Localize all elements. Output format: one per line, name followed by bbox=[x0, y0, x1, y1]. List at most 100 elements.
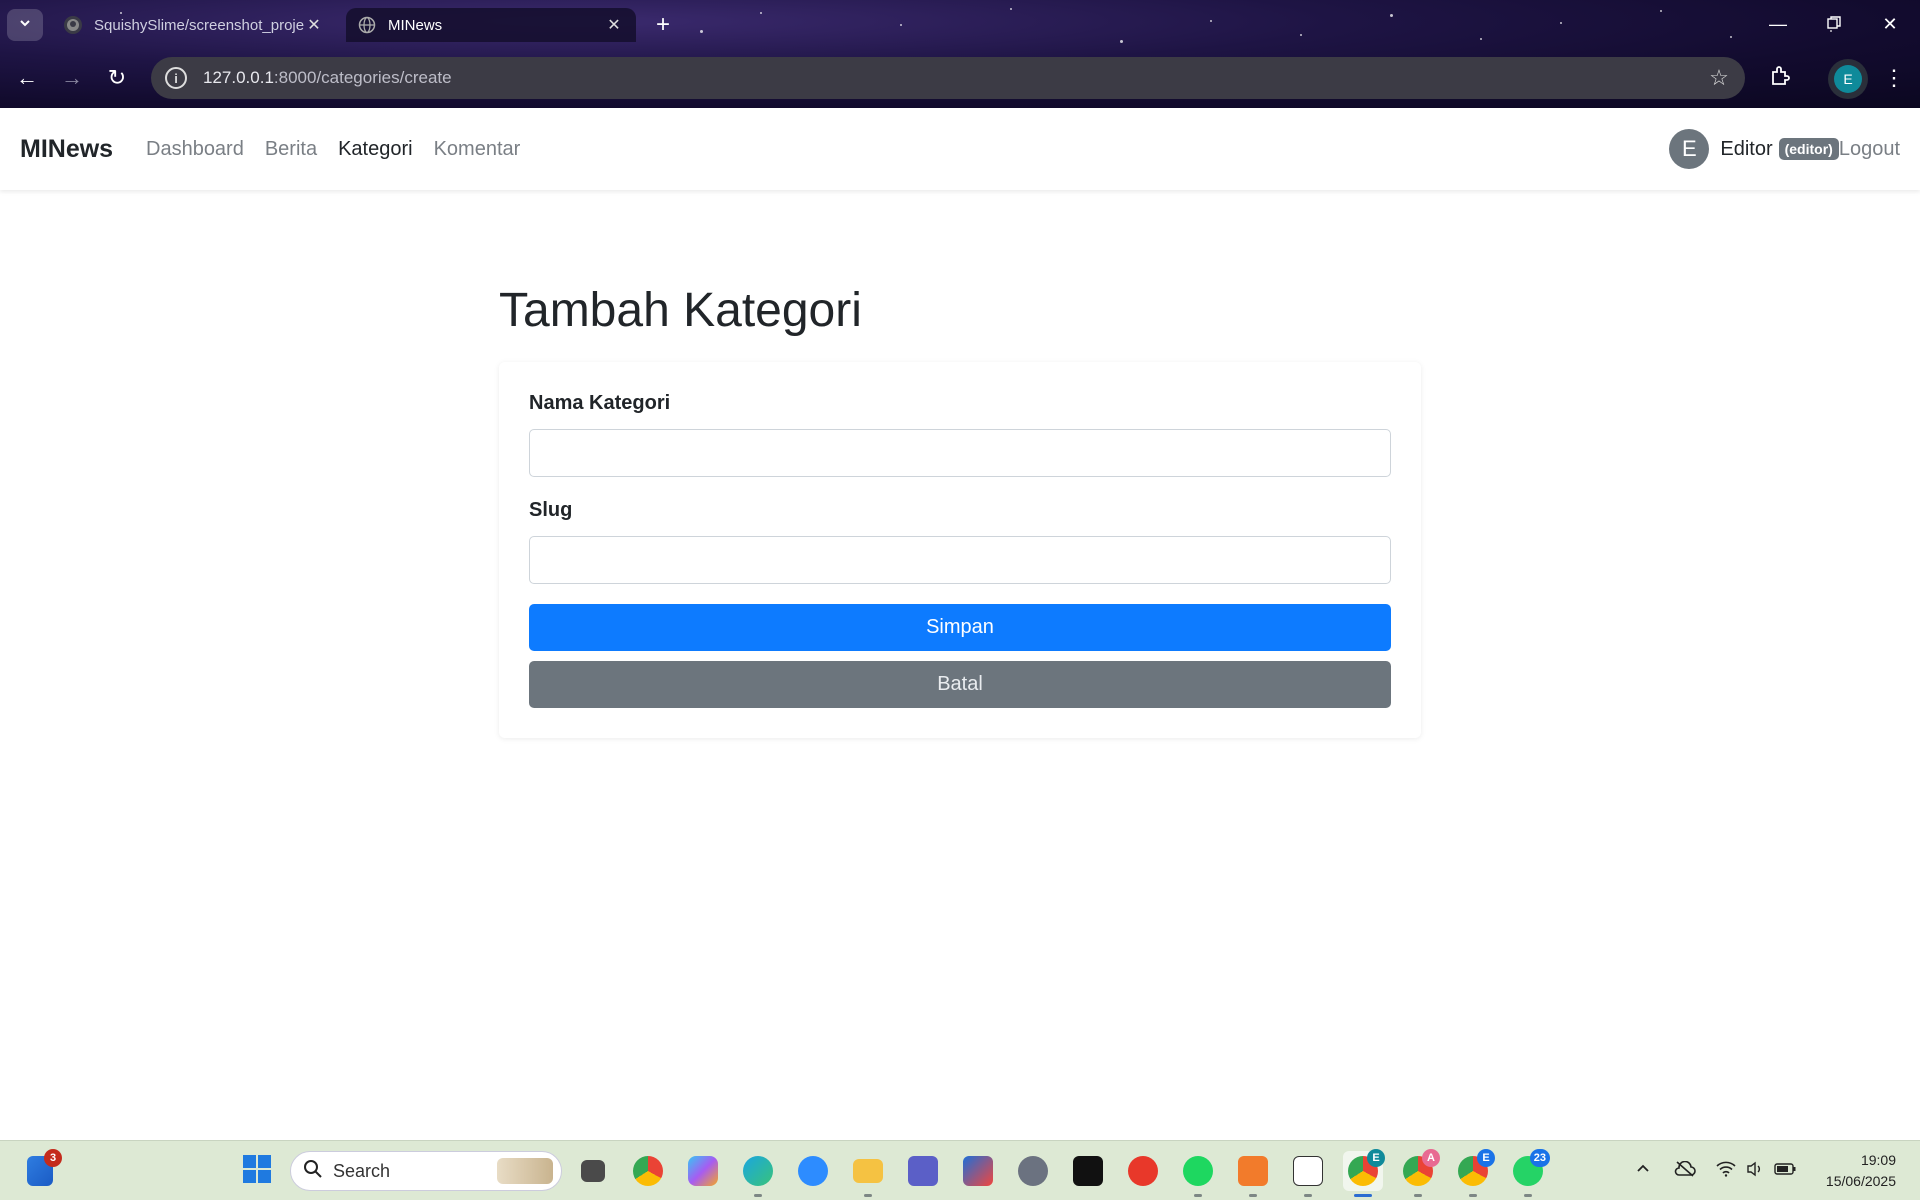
chrome-profile-a-icon[interactable]: A bbox=[1398, 1149, 1440, 1197]
teams-icon[interactable] bbox=[903, 1151, 943, 1191]
logout-link[interactable]: Logout bbox=[1839, 138, 1900, 161]
nav-link-dashboard[interactable]: Dashboard bbox=[146, 138, 244, 161]
main-content: Tambah Kategori Nama Kategori Slug Simpa… bbox=[499, 190, 1421, 738]
url-host: 127.0.0.1 bbox=[203, 68, 274, 87]
reload-button[interactable]: ↻ bbox=[99, 60, 135, 96]
zoom-icon[interactable] bbox=[793, 1151, 833, 1191]
search-icon bbox=[303, 1159, 323, 1184]
name-label: Nama Kategori bbox=[529, 392, 671, 414]
profile-badge: E bbox=[1367, 1149, 1385, 1167]
close-icon: ✕ bbox=[1882, 13, 1898, 34]
close-icon[interactable]: ✕ bbox=[604, 15, 624, 35]
nav-link-berita[interactable]: Berita bbox=[265, 138, 317, 161]
running-indicator bbox=[1249, 1194, 1257, 1197]
cloud-offline-icon[interactable] bbox=[1674, 1160, 1696, 1182]
search-highlight-icon bbox=[497, 1158, 553, 1184]
widgets-button[interactable]: 3 bbox=[20, 1149, 62, 1191]
store-icon[interactable] bbox=[958, 1151, 998, 1191]
chrome-profile-e-icon[interactable]: E bbox=[1343, 1149, 1385, 1197]
close-window-button[interactable]: ✕ bbox=[1866, 8, 1914, 40]
minimize-icon: — bbox=[1769, 13, 1787, 34]
volume-icon[interactable] bbox=[1746, 1161, 1764, 1182]
chevron-up-icon[interactable] bbox=[1636, 1162, 1650, 1181]
kebab-menu-icon: ⋮ bbox=[1883, 65, 1905, 90]
spotify-icon[interactable] bbox=[1178, 1151, 1218, 1197]
chrome-icon[interactable] bbox=[628, 1151, 668, 1191]
category-name-input[interactable] bbox=[529, 429, 1391, 477]
paw-icon[interactable] bbox=[1068, 1151, 1108, 1191]
running-indicator bbox=[1469, 1194, 1477, 1197]
nav-link-komentar[interactable]: Komentar bbox=[434, 138, 521, 161]
form-group-slug: Slug bbox=[529, 499, 1391, 584]
url-text[interactable]: 127.0.0.1:8000/categories/create bbox=[203, 68, 1701, 88]
bookmark-star-icon[interactable]: ☆ bbox=[1701, 65, 1737, 91]
notification-badge: 3 bbox=[44, 1149, 62, 1167]
cancel-button[interactable]: Batal bbox=[529, 661, 1391, 708]
site-info-icon[interactable]: i bbox=[165, 67, 187, 89]
tab-strip: SquishySlime/screenshot_proje ✕ MINews ✕… bbox=[0, 0, 1920, 50]
close-icon[interactable]: ✕ bbox=[304, 15, 324, 35]
copilot-icon[interactable] bbox=[683, 1151, 723, 1191]
browser-toolbar: ← → ↻ i 127.0.0.1:8000/categories/create… bbox=[0, 50, 1920, 108]
wps-icon[interactable] bbox=[1123, 1151, 1163, 1191]
avatar: E bbox=[1834, 65, 1862, 93]
chevron-down-icon bbox=[18, 16, 32, 35]
github-icon bbox=[64, 16, 82, 34]
running-indicator bbox=[1524, 1194, 1532, 1197]
whatsapp-icon[interactable]: 23 bbox=[1508, 1149, 1550, 1197]
notification-badge: 23 bbox=[1529, 1149, 1550, 1167]
chrome-profile-e2-icon[interactable]: E bbox=[1453, 1149, 1495, 1197]
running-indicator bbox=[1354, 1194, 1372, 1197]
running-indicator bbox=[1414, 1194, 1422, 1197]
nav-link-kategori[interactable]: Kategori bbox=[338, 138, 413, 161]
plus-icon: + bbox=[655, 11, 670, 38]
reload-icon: ↻ bbox=[107, 65, 127, 90]
edge-icon[interactable] bbox=[738, 1151, 778, 1197]
form-group-name: Nama Kategori bbox=[529, 392, 1391, 477]
running-indicator bbox=[1194, 1194, 1202, 1197]
notion-icon[interactable] bbox=[1288, 1151, 1328, 1197]
battery-icon[interactable] bbox=[1774, 1162, 1796, 1180]
slug-label: Slug bbox=[529, 499, 573, 521]
new-tab-button[interactable]: + bbox=[648, 10, 678, 40]
slug-input[interactable] bbox=[529, 536, 1391, 584]
minimize-button[interactable]: — bbox=[1754, 8, 1802, 40]
brand-logo[interactable]: MINews bbox=[20, 135, 113, 164]
back-button[interactable]: ← bbox=[9, 60, 45, 96]
role-badge: (editor) bbox=[1778, 138, 1839, 160]
browser-chrome: SquishySlime/screenshot_proje ✕ MINews ✕… bbox=[0, 0, 1920, 108]
tab-search-button[interactable] bbox=[7, 9, 43, 41]
save-button[interactable]: Simpan bbox=[529, 604, 1391, 651]
start-button[interactable] bbox=[237, 1151, 277, 1191]
running-indicator bbox=[864, 1194, 872, 1197]
nav-links: Dashboard Berita Kategori Komentar bbox=[146, 138, 541, 161]
browser-menu-button[interactable]: ⋮ bbox=[1876, 60, 1912, 96]
taskbar-search[interactable]: Search bbox=[290, 1151, 562, 1191]
profile-button[interactable]: E bbox=[1828, 59, 1868, 99]
restore-button[interactable] bbox=[1810, 8, 1858, 40]
search-label: Search bbox=[333, 1160, 391, 1181]
tab-minews[interactable]: MINews ✕ bbox=[346, 8, 636, 42]
folder-icon[interactable] bbox=[848, 1151, 888, 1197]
file-manager-icon[interactable] bbox=[573, 1151, 613, 1191]
address-bar[interactable]: i 127.0.0.1:8000/categories/create ☆ bbox=[151, 57, 1745, 99]
tab-title: SquishySlime/screenshot_proje bbox=[94, 16, 304, 34]
extensions-button[interactable] bbox=[1762, 60, 1798, 96]
globe-icon bbox=[358, 16, 376, 34]
page-title: Tambah Kategori bbox=[499, 284, 862, 337]
taskbar: 3 Search E A E 23 19:09 15/06/2025 bbox=[0, 1140, 1920, 1200]
clock[interactable]: 19:09 15/06/2025 bbox=[1826, 1150, 1896, 1192]
profile-badge: A bbox=[1422, 1149, 1440, 1167]
tab-github[interactable]: SquishySlime/screenshot_proje ✕ bbox=[52, 8, 336, 42]
forward-button[interactable]: → bbox=[54, 60, 90, 96]
user-name: Editor bbox=[1720, 137, 1773, 160]
tab-title: MINews bbox=[388, 16, 443, 34]
category-form-card: Nama Kategori Slug Simpan Batal bbox=[499, 362, 1421, 738]
windows-icon bbox=[242, 1154, 272, 1189]
xampp-icon[interactable] bbox=[1233, 1151, 1273, 1197]
profile-badge: E bbox=[1477, 1149, 1495, 1167]
restore-icon bbox=[1827, 14, 1841, 35]
settings-icon[interactable] bbox=[1013, 1151, 1053, 1191]
arrow-right-icon: → bbox=[61, 65, 83, 90]
wifi-icon[interactable] bbox=[1716, 1161, 1736, 1182]
